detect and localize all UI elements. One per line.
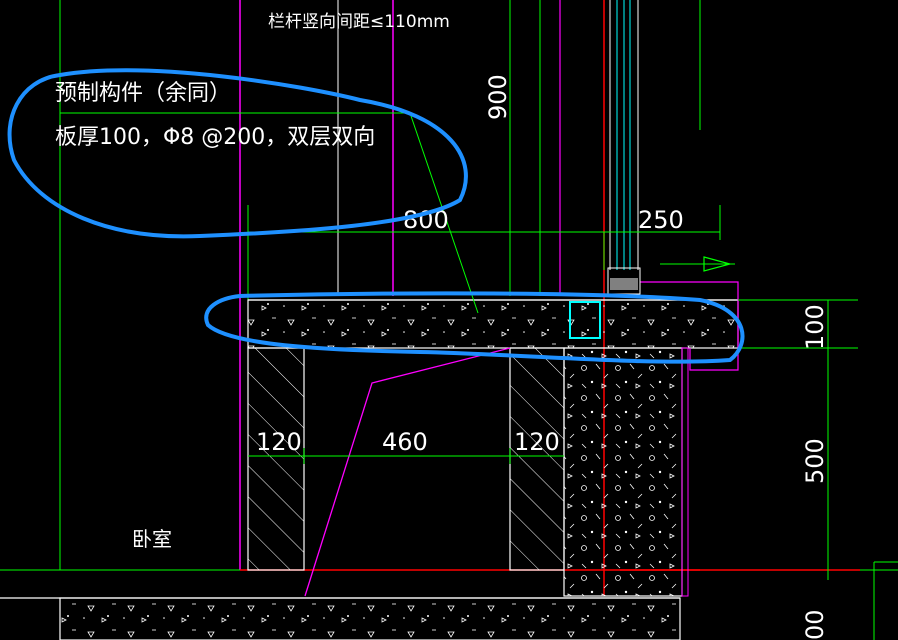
magenta-leader [304,347,511,597]
dim-500: 500 [801,438,829,484]
wall-left [247,347,305,571]
dim-120-right: 120 [514,428,560,456]
dim-120-left: 120 [256,428,302,456]
dim-460: 460 [382,428,428,456]
dim-00-bottom: 00 [801,609,829,640]
dim-250: 250 [638,206,684,234]
room-label: 卧室 [132,527,172,551]
wall-right [509,347,565,571]
floor-slab [0,597,681,640]
cad-drawing: 栏杆竖向间距≤110mm 900 800 250 100 500 120 460… [0,0,898,640]
concrete-column [563,347,689,597]
note-line-2: 板厚100，Φ8 @200，双层双向 [55,125,375,150]
cad-drawing-canvas: 栏杆竖向间距≤110mm 900 800 250 100 500 120 460… [0,0,898,640]
dim-100: 100 [801,304,829,350]
note-line-1: 预制构件（余同） [55,81,231,106]
top-note: 栏杆竖向间距≤110mm [268,12,450,32]
precast-slab [247,299,739,349]
dim-900: 900 [484,74,512,120]
